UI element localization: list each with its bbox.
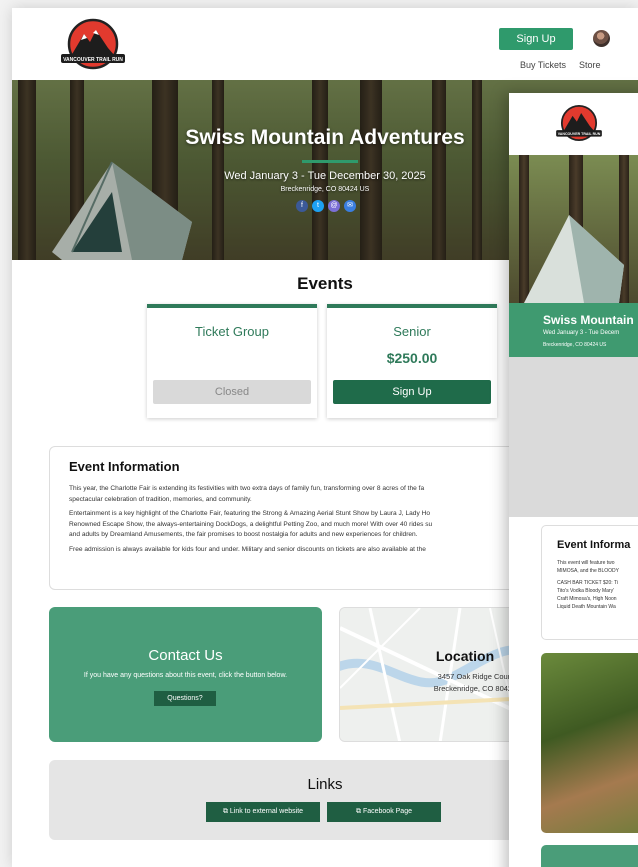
mobile-info-line: MIMOSA, and the BLOODY [557,568,619,574]
title-divider [302,160,358,163]
mobile-hero-image [509,155,638,303]
facebook-page-label: Facebook Page [362,808,412,815]
header-signup-button[interactable]: Sign Up [499,28,573,50]
links-section: Links ⧉ Link to external website ⧉ Faceb… [49,760,529,840]
info-paragraph: and adults by Dreamland Amusements, the … [69,531,418,539]
mobile-logo[interactable]: VANCOUVER TRAIL RUN [554,101,604,145]
external-link-icon: ⧉ [222,808,230,815]
ticket-card-group: Ticket Group Closed [147,304,317,418]
event-information-heading: Event Information [69,459,180,474]
external-website-link-button[interactable]: ⧉ Link to external website [206,802,320,822]
facebook-page-link-button[interactable]: ⧉ Facebook Page [327,802,441,822]
location-section: Location 3457 Oak Ridge Court Breckenrid… [339,607,529,742]
mobile-info-line: Craft Mimosa's, High Noon [557,596,617,602]
mobile-event-location: Breckenridge, CO 80424 US [543,342,607,348]
svg-text:VANCOUVER TRAIL RUN: VANCOUVER TRAIL RUN [558,132,601,136]
location-heading: Location [435,648,495,664]
mobile-info-heading: Event Informa [557,539,631,551]
vancouver-trail-run-logo[interactable]: VANCOUVER TRAIL RUN [58,18,128,70]
mobile-info-line: This event will feature two [557,560,615,566]
mobile-title-band: Swiss Mountain Wed January 3 - Tue Decem… [509,303,638,357]
mobile-event-date: Wed January 3 - Tue Decem [543,330,620,336]
svg-text:VANCOUVER TRAIL RUN: VANCOUVER TRAIL RUN [63,57,123,63]
event-information-section: Event Information This year, the Charlot… [49,446,529,590]
mobile-preview: VANCOUVER TRAIL RUN Swiss Mountain Wed J… [509,93,638,867]
twitter-icon[interactable]: t [312,200,324,212]
info-paragraph: spectacular celebration of tradition, me… [69,495,252,503]
contact-text: If you have any questions about this eve… [83,672,288,679]
nav-store[interactable]: Store [579,60,601,70]
external-link-icon: ⧉ [356,808,363,815]
info-paragraph: Free admission is always available for k… [69,545,426,553]
nav-buy-tickets[interactable]: Buy Tickets [520,60,566,70]
mobile-info-line: Liquid Death Mountain Wa [557,604,616,610]
mobile-event-title: Swiss Mountain [543,313,634,327]
info-paragraph: Entertainment is a key highlight of the … [69,510,431,518]
location-street: 3457 Oak Ridge Court [437,672,513,681]
email-icon[interactable]: @ [328,200,340,212]
info-paragraph: This year, the Charlotte Fair is extendi… [69,485,425,492]
mobile-info-line: Tito's Vodka Bloody Mary' [557,588,615,594]
mobile-contact-block [541,845,638,867]
contact-heading: Contact Us [148,647,223,664]
location-city: Breckenridge, CO 80424 [433,684,517,693]
closed-button[interactable]: Closed [153,380,311,404]
ticket-card-senior: Senior $250.00 Sign Up [327,304,497,418]
site-header: VANCOUVER TRAIL RUN Sign Up Buy Tickets … [12,8,638,80]
chat-icon[interactable]: ✉ [344,200,356,212]
mobile-event-information: Event Informa This event will feature tw… [541,525,638,640]
external-website-label: Link to external website [229,808,304,815]
ticket-price: $250.00 [386,350,438,366]
mobile-placeholder-block [509,357,638,517]
contact-section: Contact Us If you have any questions abo… [49,607,322,742]
questions-button[interactable]: Questions? [154,691,216,706]
ticket-title: Senior [393,324,431,339]
mobile-trail-photo [541,653,638,833]
mobile-info-line: CASH BAR TICKET $20: Ti [557,580,618,586]
ticket-title: Ticket Group [195,324,269,339]
info-paragraph: Renowned Escape Show, the always-enterta… [69,520,433,528]
user-avatar[interactable] [593,30,610,47]
facebook-icon[interactable]: f [296,200,308,212]
senior-signup-button[interactable]: Sign Up [333,380,491,404]
